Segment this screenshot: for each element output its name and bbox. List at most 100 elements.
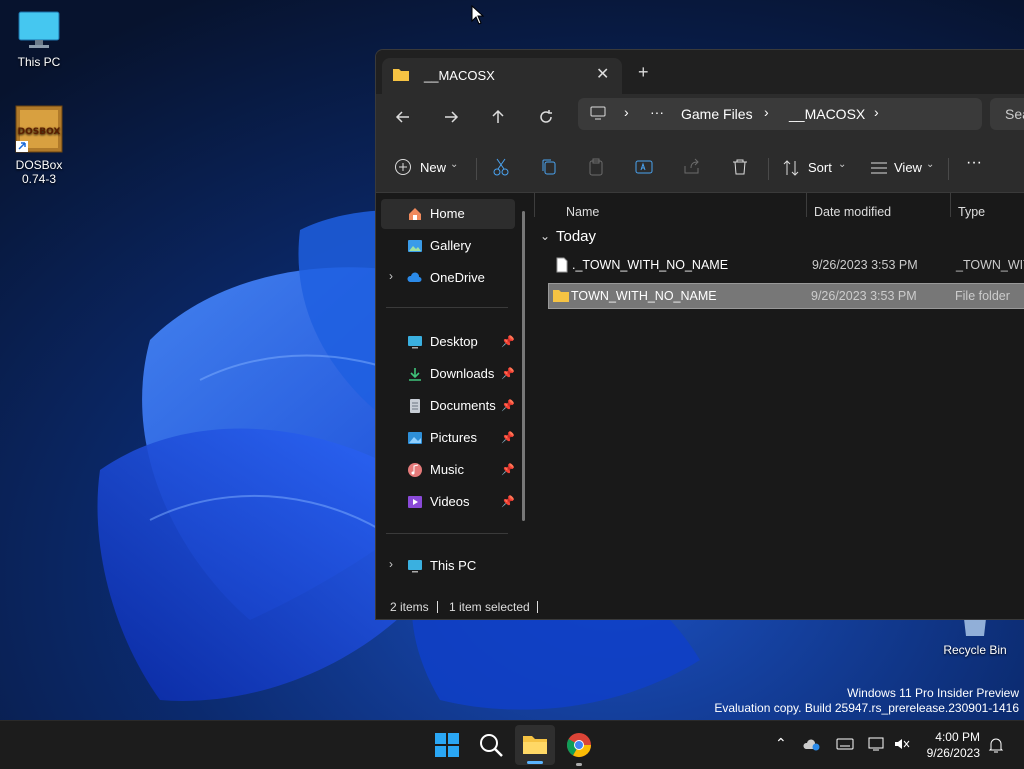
nav-item-pictures[interactable]: Pictures 📌 bbox=[381, 423, 515, 453]
file-explorer-window[interactable]: __MACOSX ✕ + › ··· Game Files › __MACOSX… bbox=[375, 49, 1024, 620]
divider bbox=[950, 193, 951, 217]
chevron-down-icon[interactable]: ⌄ bbox=[540, 229, 550, 243]
file-row-selected[interactable]: TOWN_WITH_NO_NAME 9/26/2023 3:53 PM File f… bbox=[548, 283, 1024, 309]
delete-icon[interactable] bbox=[729, 156, 751, 178]
keyboard-icon[interactable] bbox=[836, 738, 854, 750]
nav-item-home[interactable]: Home bbox=[381, 199, 515, 229]
nav-scrollbar[interactable] bbox=[522, 211, 525, 521]
windows-start-icon[interactable] bbox=[433, 731, 461, 759]
sort-button[interactable]: Sort ⌄ bbox=[782, 156, 846, 182]
address-bar[interactable]: › ··· Game Files › __MACOSX › bbox=[578, 98, 982, 130]
column-header-type[interactable]: Type bbox=[958, 205, 985, 219]
pin-icon[interactable]: 📌 bbox=[501, 463, 515, 476]
desktop-icon-label: Recycle Bin bbox=[943, 643, 1007, 657]
nav-item-label: Desktop bbox=[430, 334, 478, 349]
pin-icon[interactable]: 📌 bbox=[501, 431, 515, 444]
divider bbox=[386, 533, 508, 534]
navigation-bar: › ··· Game Files › __MACOSX › Sea bbox=[376, 94, 1024, 144]
search-placeholder: Sea bbox=[1005, 106, 1024, 122]
tab-macosx[interactable]: __MACOSX ✕ bbox=[382, 58, 622, 94]
sort-icon bbox=[783, 160, 799, 176]
file-date: 9/26/2023 3:53 PM bbox=[812, 258, 918, 272]
forward-icon[interactable] bbox=[438, 106, 464, 132]
chevron-right-icon: › bbox=[874, 104, 879, 120]
expand-chevron-icon[interactable]: › bbox=[389, 557, 393, 571]
column-header-name[interactable]: Name bbox=[566, 205, 599, 219]
share-icon[interactable] bbox=[681, 156, 703, 178]
nav-item-label: Pictures bbox=[430, 430, 477, 445]
show-hidden-icons-chevron-icon[interactable]: ⌃ bbox=[775, 735, 787, 752]
desktop-icon-this-pc[interactable]: This PC bbox=[1, 10, 77, 69]
desktop-icon-dosbox[interactable]: DOSBOX DOSBox 0.74-3 bbox=[1, 105, 77, 186]
pin-icon[interactable]: 📌 bbox=[501, 399, 515, 412]
file-list: Name Date modified Type ⌄ Today ._TOWN_W… bbox=[534, 193, 1024, 589]
back-icon[interactable] bbox=[390, 106, 416, 132]
desktop-icon-label: DOSBox 0.74-3 bbox=[15, 158, 63, 186]
search-box[interactable]: Sea bbox=[990, 98, 1024, 130]
close-tab-icon[interactable]: ✕ bbox=[596, 64, 609, 84]
nav-item-videos[interactable]: Videos 📌 bbox=[381, 487, 515, 517]
computer-icon bbox=[408, 560, 422, 573]
search-icon[interactable] bbox=[477, 731, 505, 759]
title-bar[interactable]: __MACOSX ✕ + bbox=[376, 50, 1024, 94]
dosbox-logo-text: DOSBOX bbox=[18, 127, 61, 137]
home-icon bbox=[409, 208, 421, 220]
nav-item-documents[interactable]: Documents 📌 bbox=[381, 391, 515, 421]
network-icon[interactable] bbox=[867, 736, 885, 752]
status-item-count: 2 items bbox=[390, 600, 429, 614]
volume-muted-icon[interactable] bbox=[893, 737, 911, 751]
notification-bell-icon[interactable] bbox=[988, 736, 1004, 754]
nav-item-gallery[interactable]: Gallery bbox=[381, 231, 515, 261]
more-options-icon[interactable]: ··· bbox=[966, 154, 982, 172]
nav-item-desktop[interactable]: Desktop 📌 bbox=[381, 327, 515, 357]
taskbar: ⌃ 4:00 PM 9/26/2023 bbox=[0, 720, 1024, 769]
file-row[interactable]: ._TOWN_WITH_NO_NAME 9/26/2023 3:53 PM _T… bbox=[550, 253, 1024, 277]
plus-circle-icon bbox=[395, 159, 411, 175]
up-icon[interactable] bbox=[485, 106, 511, 132]
file-icon bbox=[556, 257, 568, 273]
chevron-down-icon: ⌄ bbox=[926, 159, 935, 170]
taskbar-file-explorer[interactable] bbox=[515, 725, 555, 765]
paste-icon[interactable] bbox=[585, 156, 607, 178]
chevron-right-icon: › bbox=[764, 104, 769, 120]
view-button-label: View bbox=[894, 160, 922, 175]
desktop-icon-label: This PC bbox=[17, 55, 61, 69]
refresh-icon[interactable] bbox=[533, 106, 559, 132]
nav-item-onedrive[interactable]: › OneDrive bbox=[381, 263, 515, 293]
windows-watermark-line2: Evaluation copy. Build 25947.rs_prerelea… bbox=[714, 701, 1019, 715]
expand-chevron-icon[interactable]: › bbox=[389, 269, 393, 283]
windows-watermark-line1: Windows 11 Pro Insider Preview bbox=[847, 686, 1019, 700]
new-button[interactable]: New ⌄ bbox=[394, 156, 464, 182]
desktop-icon bbox=[408, 336, 422, 349]
nav-item-label: Home bbox=[430, 206, 465, 221]
chrome-icon[interactable] bbox=[565, 731, 593, 759]
pin-icon[interactable]: 📌 bbox=[501, 335, 515, 348]
folder-icon bbox=[393, 69, 409, 81]
nav-item-this-pc[interactable]: › This PC bbox=[381, 551, 515, 581]
breadcrumb-overflow[interactable]: ··· bbox=[650, 104, 664, 120]
folder-icon bbox=[553, 290, 569, 302]
clock[interactable]: 4:00 PM 9/26/2023 bbox=[927, 729, 980, 761]
new-tab-icon[interactable]: + bbox=[638, 62, 649, 83]
view-lines-icon bbox=[871, 162, 887, 174]
nav-item-downloads[interactable]: Downloads 📌 bbox=[381, 359, 515, 389]
sort-button-label: Sort bbox=[808, 160, 832, 175]
pin-icon[interactable]: 📌 bbox=[501, 495, 515, 508]
view-button[interactable]: View ⌄ bbox=[870, 156, 936, 182]
rename-icon[interactable] bbox=[633, 156, 655, 178]
nav-item-music[interactable]: Music 📌 bbox=[381, 455, 515, 485]
copy-icon[interactable] bbox=[538, 156, 560, 178]
file-name: ._TOWN_WITH_NO_NAME bbox=[572, 258, 729, 272]
breadcrumb-macosx[interactable]: __MACOSX bbox=[789, 106, 865, 122]
breadcrumb-game-files[interactable]: Game Files bbox=[681, 106, 753, 122]
cut-icon[interactable] bbox=[490, 156, 512, 178]
divider bbox=[437, 601, 438, 613]
nav-item-label: OneDrive bbox=[430, 270, 485, 285]
folder-icon bbox=[523, 736, 547, 754]
onedrive-cloud-icon[interactable] bbox=[803, 737, 821, 751]
pin-icon[interactable]: 📌 bbox=[501, 367, 515, 380]
monitor-icon bbox=[18, 11, 60, 48]
nav-item-label: This PC bbox=[430, 558, 477, 573]
column-header-date[interactable]: Date modified bbox=[814, 205, 891, 219]
status-selection-count: 1 item selected bbox=[449, 600, 530, 614]
